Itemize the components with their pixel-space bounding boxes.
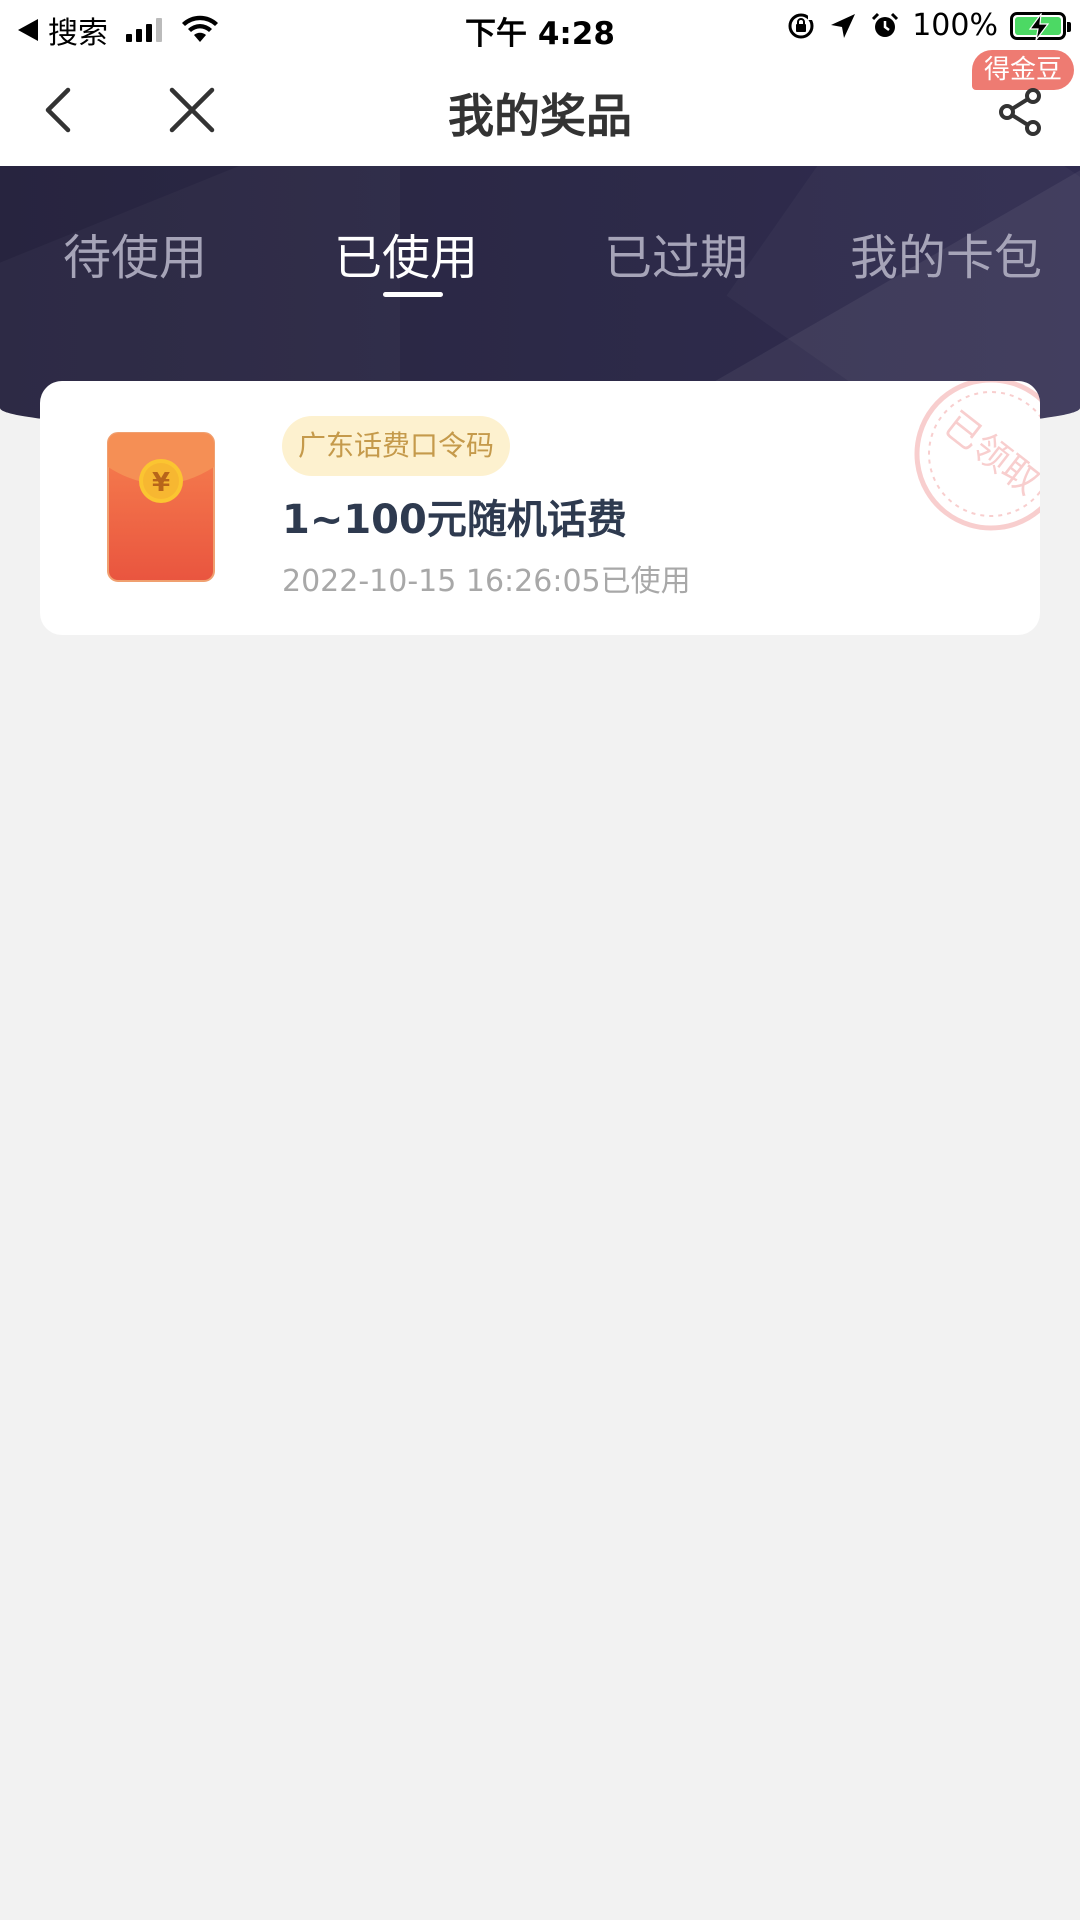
tab-card-wallet[interactable]: 我的卡包	[850, 218, 1042, 288]
prize-category-tag: 广东话费口令码	[282, 416, 511, 476]
tab-expired[interactable]: 已过期	[604, 218, 748, 288]
status-bar: 搜索 下午 4:28 100%	[0, 0, 1080, 54]
status-right: 100%	[786, 8, 1071, 43]
back-to-app-icon[interactable]	[18, 19, 38, 41]
close-icon[interactable]	[164, 82, 220, 138]
prize-tabs: 待使用 已使用 已过期 我的卡包	[0, 166, 1080, 306]
battery-charging-icon	[1010, 11, 1071, 40]
status-left[interactable]: 搜索	[18, 8, 220, 52]
wifi-icon	[182, 15, 218, 42]
back-chevron-icon[interactable]	[36, 82, 84, 138]
alarm-icon	[872, 12, 899, 37]
claimed-stamp-text: 已领取	[936, 404, 1040, 503]
prize-card[interactable]: ¥ 广东话费口令码 1~100元随机话费 2022-10-15 16:26:05…	[40, 381, 1040, 635]
location-arrow-icon	[831, 13, 856, 38]
svg-text:¥: ¥	[152, 468, 170, 498]
claimed-stamp-icon: 已领取	[914, 381, 1040, 531]
battery-percent: 100%	[912, 8, 998, 43]
share-icon[interactable]	[996, 84, 1046, 140]
rotation-lock-icon	[788, 13, 815, 38]
red-envelope-icon: ¥	[107, 432, 215, 582]
prize-name: 1~100元随机话费	[282, 497, 627, 543]
page-title: 我的奖品	[448, 89, 632, 143]
prize-used-time: 2022-10-15 16:26:05已使用	[282, 564, 691, 599]
cellular-signal-icon	[126, 18, 162, 42]
back-to-app-label[interactable]: 搜索	[48, 8, 108, 52]
nav-bar: 我的奖品 得金豆	[0, 50, 1080, 166]
tab-pending[interactable]: 待使用	[63, 218, 207, 288]
active-tab-indicator	[383, 292, 443, 297]
tab-used[interactable]: 已使用	[334, 218, 478, 288]
